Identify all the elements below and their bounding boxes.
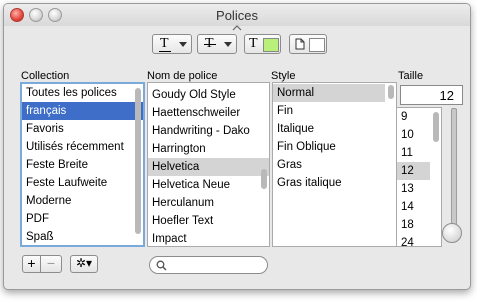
font-name-list[interactable]: Goudy Old Style Haettenschweiler Handwri… xyxy=(147,82,270,247)
strikethrough-button[interactable]: T xyxy=(197,34,237,54)
collection-item[interactable]: Toutes les polices xyxy=(22,84,143,102)
style-list[interactable]: Normal Fin Italique Fin Oblique Gras Gra… xyxy=(272,82,397,247)
text-color-swatch xyxy=(263,38,279,52)
collection-scrollbar[interactable] xyxy=(135,88,141,234)
font-item[interactable]: Harrington xyxy=(148,140,269,158)
fonts-window: Polices T T T Collection Nom de police S… xyxy=(3,3,471,290)
style-item[interactable]: Fin Oblique xyxy=(273,138,396,156)
style-item[interactable]: Gras xyxy=(273,156,396,174)
font-item[interactable]: Helvetica Neue xyxy=(148,176,269,194)
font-item[interactable]: Goudy Old Style xyxy=(148,86,269,104)
style-item[interactable]: Gras italique xyxy=(273,174,396,192)
collection-header: Collection xyxy=(21,70,70,82)
font-item[interactable]: Hoefler Text xyxy=(148,212,269,230)
size-item[interactable]: 14 xyxy=(397,198,441,216)
collection-list[interactable]: Toutes les polices français Favoris Util… xyxy=(20,82,145,247)
collection-item[interactable]: PDF xyxy=(22,210,143,228)
remove-collection-button[interactable]: − xyxy=(40,255,62,273)
font-name-scrollbar[interactable] xyxy=(261,169,267,189)
font-item[interactable]: Haettenschweiler xyxy=(148,104,269,122)
document-color-button[interactable] xyxy=(289,34,327,54)
size-slider-knob[interactable] xyxy=(442,223,462,243)
chevron-down-icon xyxy=(179,42,187,47)
font-name-header: Nom de police xyxy=(147,70,218,82)
search-icon xyxy=(156,260,167,271)
size-item[interactable]: 24 xyxy=(397,234,441,246)
title-bar[interactable]: Polices xyxy=(4,4,470,26)
document-color-swatch xyxy=(309,38,325,52)
collection-item[interactable]: Favoris xyxy=(22,120,143,138)
add-collection-button[interactable]: + xyxy=(22,255,41,273)
style-item[interactable]: Fin xyxy=(273,102,396,120)
window-title: Polices xyxy=(216,8,258,23)
style-item[interactable]: Italique xyxy=(273,120,396,138)
collection-item[interactable]: Feste Breite xyxy=(22,156,143,174)
text-color-icon: T xyxy=(249,36,258,51)
size-input[interactable]: 12 xyxy=(400,85,463,105)
size-item[interactable]: 11 xyxy=(397,144,441,162)
underline-icon: T xyxy=(160,36,169,51)
size-item-selected[interactable]: 12 xyxy=(397,162,430,180)
search-field[interactable] xyxy=(149,256,268,274)
collection-item[interactable]: Utilisés récemment xyxy=(22,138,143,156)
size-header: Taille xyxy=(398,70,424,82)
style-header: Style xyxy=(271,70,296,82)
collection-item[interactable]: Feste Laufweite xyxy=(22,174,143,192)
font-item[interactable]: Handwriting - Dako xyxy=(148,122,269,140)
font-item[interactable]: Impact xyxy=(148,230,269,246)
action-menu-button[interactable]: ✲▾ xyxy=(70,255,98,273)
collection-item[interactable]: Moderne xyxy=(22,192,143,210)
underline-button[interactable]: T xyxy=(152,34,192,54)
size-scrollbar[interactable] xyxy=(433,112,439,142)
collection-item[interactable]: Spaß xyxy=(22,228,143,245)
collection-item-selected[interactable]: français xyxy=(22,102,143,120)
text-color-button[interactable]: T xyxy=(244,34,281,54)
document-icon xyxy=(295,38,305,50)
size-item[interactable]: 13 xyxy=(397,180,441,198)
toolbar-toggle-icon[interactable] xyxy=(232,25,242,31)
size-list[interactable]: 9 10 11 12 13 14 18 24 xyxy=(396,107,442,247)
style-scrollbar[interactable] xyxy=(388,85,394,99)
size-item[interactable]: 18 xyxy=(397,216,441,234)
font-item-selected[interactable]: Helvetica xyxy=(148,158,269,176)
font-item[interactable]: Herculanum xyxy=(148,194,269,212)
chevron-down-icon xyxy=(224,42,232,47)
style-item-selected[interactable]: Normal xyxy=(273,84,385,102)
size-slider-track[interactable] xyxy=(451,108,457,234)
